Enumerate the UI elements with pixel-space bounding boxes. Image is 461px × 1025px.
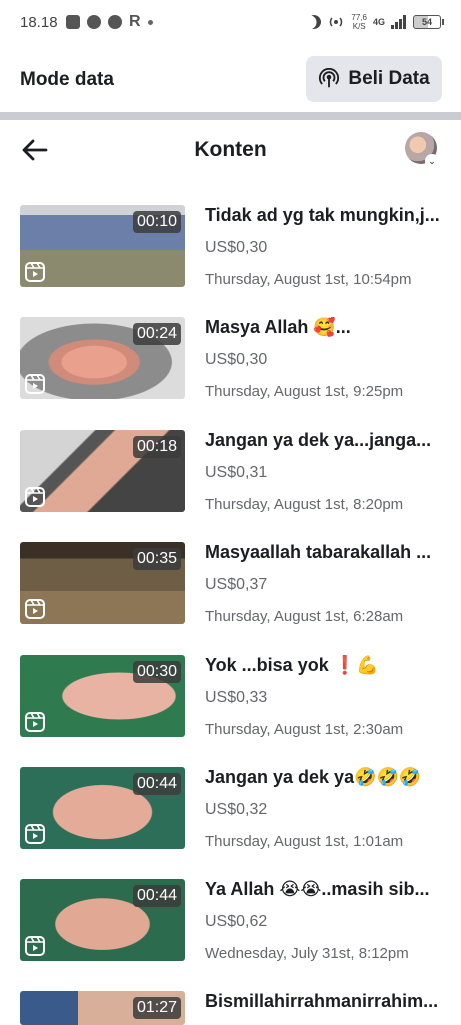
- more-notifications-icon: [147, 19, 153, 25]
- network-type: 4G: [372, 17, 385, 27]
- duration-badge: 01:27: [132, 997, 181, 1019]
- list-item[interactable]: 01:27 Bismillahirrahmanirrahim...: [0, 991, 461, 1025]
- page-header: Konten ⌄: [0, 120, 461, 180]
- item-date: Thursday, August 1st, 8:20pm: [205, 496, 404, 513]
- do-not-disturb-icon: [305, 12, 324, 31]
- r-app-icon: R: [129, 13, 141, 30]
- item-title: Masyaallah tabarakallah ...: [205, 542, 432, 562]
- video-thumbnail[interactable]: 00:10: [20, 205, 185, 287]
- reels-icon: [25, 262, 45, 282]
- video-thumbnail[interactable]: 00:44: [20, 879, 185, 961]
- item-earnings: US$0,33: [205, 689, 268, 706]
- item-earnings: US$0,30: [205, 239, 268, 256]
- status-time: 18.18: [20, 14, 58, 31]
- video-thumbnail[interactable]: 00:44: [20, 767, 185, 849]
- reels-icon: [25, 487, 45, 507]
- reels-icon: [25, 712, 45, 732]
- item-title: Jangan ya dek ya...janga...: [205, 430, 432, 450]
- buy-data-button[interactable]: Beli Data: [306, 56, 442, 102]
- net-speed: 77,6 K/S: [351, 13, 367, 31]
- duration-badge: 00:24: [132, 323, 181, 345]
- item-title: Jangan ya dek ya🤣🤣🤣: [205, 767, 422, 787]
- item-title: Masya Allah 🥰...: [205, 317, 351, 337]
- video-thumbnail[interactable]: 00:18: [20, 430, 185, 512]
- data-mode-label: Mode data: [20, 69, 114, 90]
- video-thumbnail[interactable]: 00:30: [20, 655, 185, 737]
- buy-data-label: Beli Data: [348, 68, 430, 89]
- item-title: Ya Allah 😭😭..masih sib...: [205, 879, 430, 899]
- net-speed-unit: K/S: [352, 22, 366, 31]
- item-date: Thursday, August 1st, 9:25pm: [205, 383, 404, 400]
- notification-icons: R: [66, 13, 153, 30]
- item-date: Thursday, August 1st, 10:54pm: [205, 271, 412, 288]
- hotspot-icon: [330, 17, 343, 27]
- item-date: Thursday, August 1st, 6:28am: [205, 608, 404, 625]
- item-earnings: US$0,62: [205, 913, 268, 930]
- duration-badge: 00:35: [132, 548, 181, 570]
- chrome-icon: [87, 15, 101, 29]
- signal-icon: [391, 15, 406, 29]
- list-item[interactable]: 00:18 Jangan ya dek ya...janga... US$0,3…: [0, 430, 461, 542]
- list-item[interactable]: 00:10 Tidak ad yg tak mungkin,j... US$0,…: [0, 205, 461, 317]
- item-date: Thursday, August 1st, 2:30am: [205, 721, 404, 738]
- list-item[interactable]: 00:24 Masya Allah 🥰... US$0,30 Thursday,…: [0, 317, 461, 429]
- list-item[interactable]: 00:35 Masyaallah tabarakallah ... US$0,3…: [0, 542, 461, 654]
- video-thumbnail[interactable]: 01:27: [20, 991, 185, 1025]
- list-item[interactable]: 00:44 Jangan ya dek ya🤣🤣🤣 US$0,32 Thursd…: [0, 767, 461, 879]
- item-title: Yok ...bisa yok ❗💪: [205, 655, 379, 675]
- status-bar: 18.18 R 77,6 K/S 4G 54: [0, 0, 461, 46]
- reels-icon: [25, 936, 45, 956]
- net-speed-value: 77,6: [351, 13, 367, 22]
- chevron-down-icon[interactable]: ⌄: [425, 154, 439, 168]
- item-earnings: US$0,31: [205, 464, 268, 481]
- item-date: Thursday, August 1st, 1:01am: [205, 833, 404, 850]
- item-earnings: US$0,30: [205, 351, 268, 368]
- item-title: Tidak ad yg tak mungkin,j...: [205, 205, 440, 225]
- list-item[interactable]: 00:30 Yok ...bisa yok ❗💪 US$0,33 Thursda…: [0, 655, 461, 767]
- battery-icon: 54: [413, 15, 444, 29]
- reels-icon: [25, 374, 45, 394]
- item-title: Bismillahirrahmanirrahim...: [205, 991, 439, 1011]
- item-earnings: US$0,37: [205, 576, 268, 593]
- status-right: 77,6 K/S 4G 54: [305, 12, 444, 31]
- banner-divider: [0, 112, 461, 120]
- duration-badge: 00:10: [132, 211, 181, 233]
- duration-badge: 00:30: [132, 661, 181, 683]
- reels-icon: [25, 599, 45, 619]
- data-mode-banner: Mode data Beli Data: [0, 46, 461, 112]
- video-thumbnail[interactable]: 00:35: [20, 542, 185, 624]
- duration-badge: 00:44: [132, 885, 181, 907]
- gallery-icon: [66, 15, 80, 29]
- duration-badge: 00:44: [132, 773, 181, 795]
- reels-icon: [25, 824, 45, 844]
- page-title: Konten: [194, 138, 267, 161]
- item-date: Wednesday, July 31st, 8:12pm: [205, 945, 409, 962]
- facebook-icon: [108, 15, 122, 29]
- duration-badge: 00:18: [132, 436, 181, 458]
- broadcast-icon: [319, 68, 340, 88]
- video-thumbnail[interactable]: 00:24: [20, 317, 185, 399]
- list-item[interactable]: 00:44 Ya Allah 😭😭..masih sib... US$0,62 …: [0, 879, 461, 991]
- item-earnings: US$0,32: [205, 801, 268, 818]
